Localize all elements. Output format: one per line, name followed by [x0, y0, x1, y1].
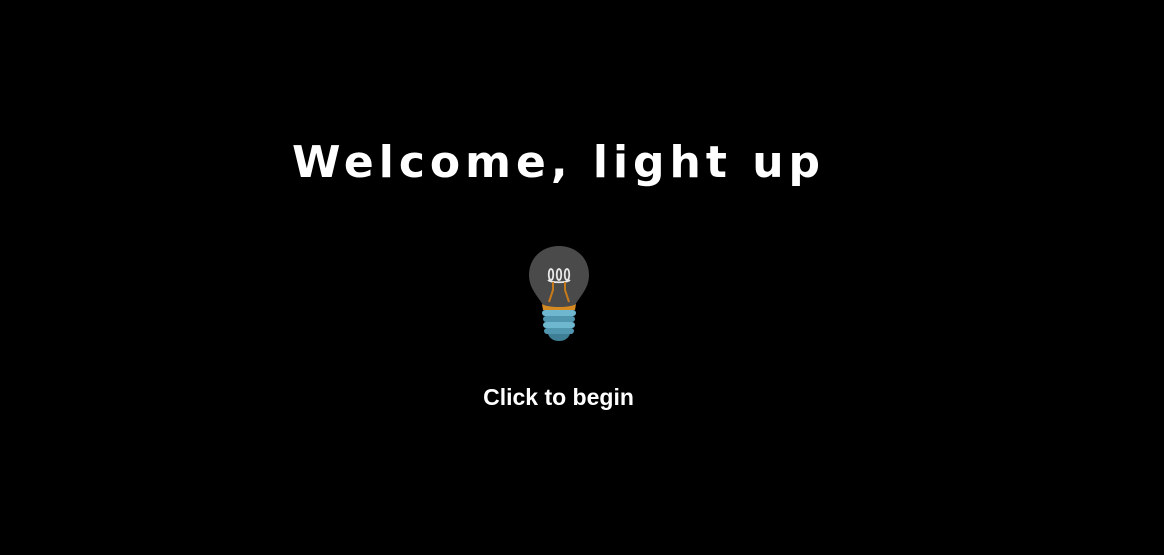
- light-bulb-button[interactable]: [524, 242, 594, 344]
- light-bulb-icon: [529, 246, 589, 341]
- click-to-begin-prompt[interactable]: Click to begin: [0, 381, 1117, 413]
- welcome-screen: Welcome, light up Click to begin: [0, 0, 1164, 555]
- page-title: Welcome, light up: [291, 137, 826, 188]
